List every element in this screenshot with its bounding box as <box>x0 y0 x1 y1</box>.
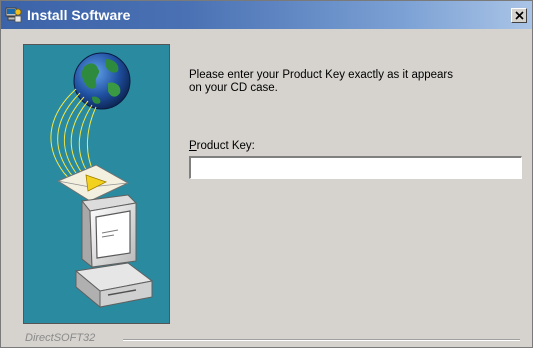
window-title: Install Software <box>27 7 131 23</box>
brand-label: DirectSOFT32 <box>25 332 96 344</box>
instruction-line-1: Please enter your Product Key exactly as… <box>189 69 454 81</box>
instruction-text: Please enter your Product Key exactly as… <box>189 69 509 95</box>
close-button[interactable] <box>511 8 527 23</box>
computer-icon <box>74 194 154 309</box>
install-software-dialog: Install Software Please enter your Produ… <box>0 0 533 348</box>
install-software-icon <box>5 6 22 23</box>
product-key-label-rest: roduct Key: <box>196 140 255 152</box>
instruction-line-2: on your CD case. <box>189 82 278 94</box>
globe-icon <box>73 52 131 110</box>
setup-illustration <box>23 44 170 324</box>
product-key-label: Product Key: <box>189 140 255 153</box>
product-key-label-accelerator: P <box>189 140 197 152</box>
close-icon <box>515 11 524 20</box>
product-key-input[interactable] <box>189 156 522 179</box>
title-bar[interactable]: Install Software <box>1 1 532 29</box>
footer-divider <box>123 339 520 341</box>
